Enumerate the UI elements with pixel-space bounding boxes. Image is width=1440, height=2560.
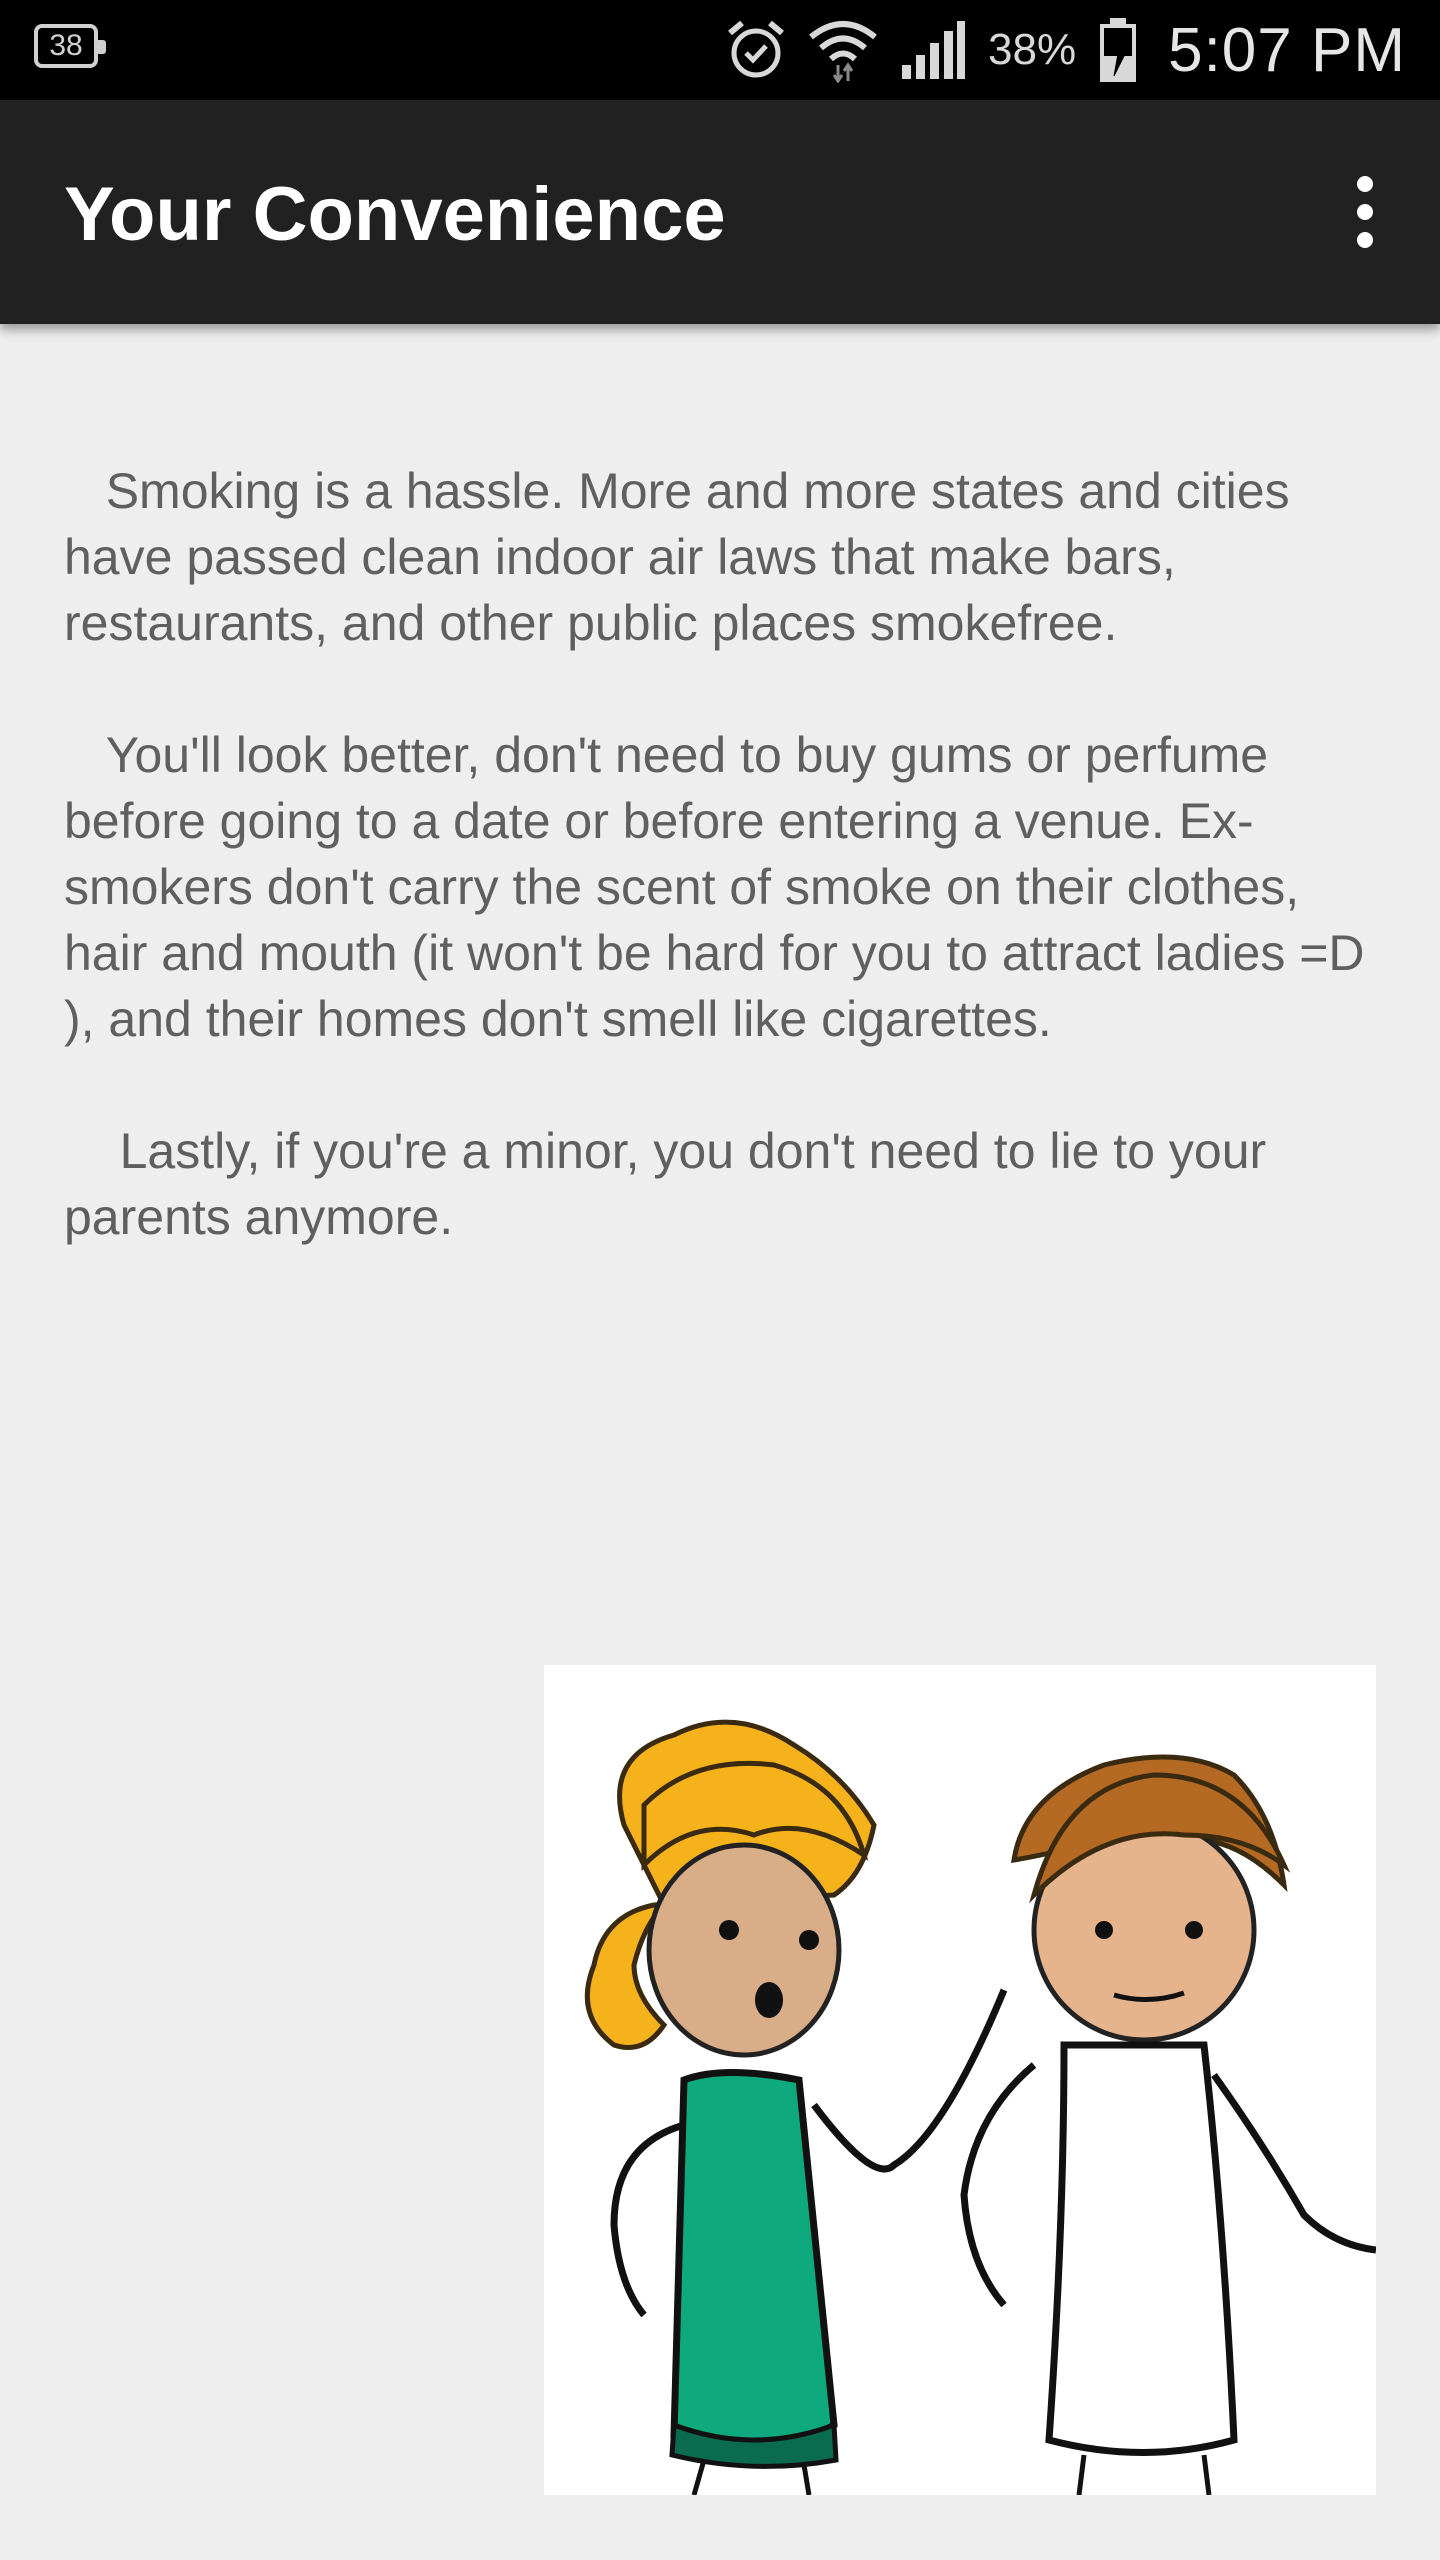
status-bar: 38 38% 5:07 PM bbox=[0, 0, 1440, 100]
paragraph-minor: Lastly, if you're a minor, you don't nee… bbox=[64, 1123, 1281, 1245]
app-title: Your Convenience bbox=[64, 172, 726, 257]
status-icons: 38% 5:07 PM bbox=[726, 0, 1406, 100]
paragraph-hassle: Smoking is a hassle. More and more state… bbox=[64, 463, 1304, 651]
boy-shirt bbox=[1045, 2041, 1238, 2456]
signal-icon bbox=[902, 21, 966, 79]
overflow-menu-icon-dot bbox=[1357, 176, 1373, 192]
girl-dress bbox=[670, 2069, 838, 2447]
overflow-menu-icon-dot bbox=[1357, 204, 1373, 220]
app-bar: Your Convenience bbox=[0, 100, 1440, 324]
article-body: Smoking is a hassle. More and more state… bbox=[64, 458, 1394, 1316]
girl-face bbox=[646, 1842, 842, 2058]
couple-cartoon-image bbox=[544, 1665, 1376, 2495]
overflow-menu-icon-dot bbox=[1357, 232, 1373, 248]
battery-percent: 38% bbox=[988, 25, 1077, 74]
clock: 5:07 PM bbox=[1168, 15, 1406, 85]
alarm-icon bbox=[728, 20, 784, 78]
notification-count: 38 bbox=[49, 29, 83, 62]
paragraph-look-better: You'll look better, don't need to buy gu… bbox=[64, 727, 1379, 1047]
notification-badge-icon: 38 bbox=[34, 24, 106, 68]
battery-charging-icon bbox=[1100, 18, 1137, 82]
wifi-icon bbox=[809, 21, 877, 83]
notification-area: 38 bbox=[34, 24, 106, 73]
overflow-menu-button[interactable] bbox=[1330, 172, 1400, 252]
